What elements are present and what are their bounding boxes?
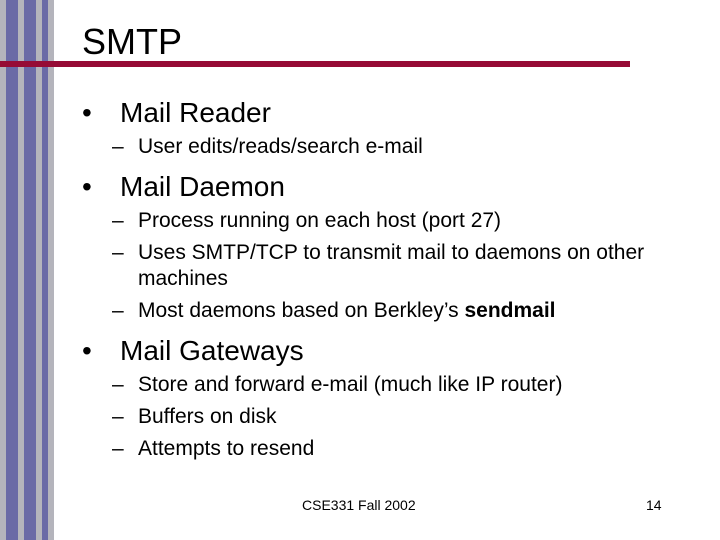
slide-title: SMTP	[82, 21, 183, 62]
bullet-icon: •	[82, 335, 92, 366]
sub-bullet-text: Most daemons based on Berkley’s	[138, 299, 465, 322]
dash-icon: –	[112, 209, 124, 232]
bullet-item: • Mail Reader	[82, 96, 702, 130]
footer-course-label: CSE331 Fall 2002	[302, 497, 416, 513]
sub-bullet-item: – Store and forward e-mail (much like IP…	[82, 372, 702, 398]
section-mail-reader: • Mail Reader – User edits/reads/search …	[82, 96, 702, 160]
sub-bullet-text: Store and forward e-mail (much like IP r…	[138, 373, 563, 396]
decorative-stripes	[0, 0, 54, 540]
bullet-text: Mail Gateways	[120, 335, 304, 366]
dash-icon: –	[112, 241, 124, 264]
bullet-item: • Mail Gateways	[82, 334, 702, 368]
section-mail-gateways: • Mail Gateways – Store and forward e-ma…	[82, 334, 702, 462]
sub-bullet-item: – Process running on each host (port 27)	[82, 208, 702, 234]
bullet-text: Mail Reader	[120, 97, 271, 128]
footer-page-number: 14	[646, 497, 662, 513]
dash-icon: –	[112, 405, 124, 428]
sub-bullet-item: – Most daemons based on Berkley’s sendma…	[82, 298, 702, 324]
sub-bullet-text: User edits/reads/search e-mail	[138, 135, 423, 158]
decorative-stripe-edge	[48, 0, 54, 540]
dash-icon: –	[112, 437, 124, 460]
bullet-text: Mail Daemon	[120, 171, 285, 202]
sub-bullet-text: Uses SMTP/TCP to transmit mail to daemon…	[138, 241, 645, 290]
sub-bullet-item: – User edits/reads/search e-mail	[82, 134, 702, 160]
bullet-icon: •	[82, 171, 92, 202]
slide-body: • Mail Reader – User edits/reads/search …	[82, 96, 702, 472]
sub-bullet-text: Process running on each host (port 27)	[138, 209, 502, 232]
sub-bullet-text: Attempts to resend	[138, 437, 315, 460]
sub-bullet-text: Buffers on disk	[138, 405, 277, 428]
dash-icon: –	[112, 299, 124, 322]
bullet-icon: •	[82, 97, 92, 128]
sendmail-bold-text: sendmail	[464, 299, 556, 322]
sub-bullet-item: – Attempts to resend	[82, 436, 702, 462]
dash-icon: –	[112, 373, 124, 396]
dash-icon: –	[112, 135, 124, 158]
section-mail-daemon: • Mail Daemon – Process running on each …	[82, 170, 702, 324]
bullet-item: • Mail Daemon	[82, 170, 702, 204]
sub-bullet-item: – Uses SMTP/TCP to transmit mail to daem…	[82, 240, 702, 292]
sub-bullet-item: – Buffers on disk	[82, 404, 702, 430]
